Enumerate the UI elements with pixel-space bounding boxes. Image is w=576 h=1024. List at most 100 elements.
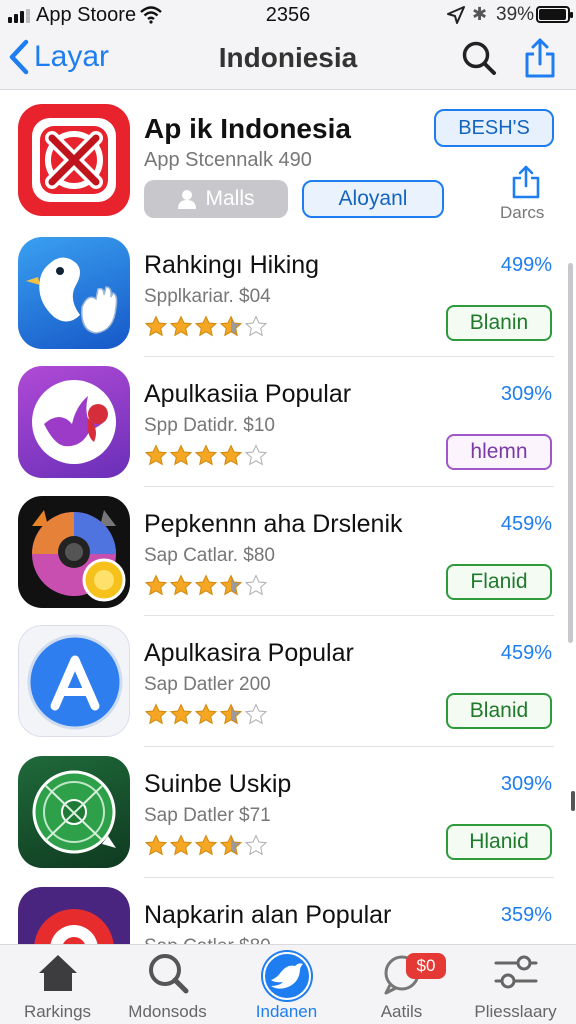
bird-icon (229, 948, 344, 1004)
tab-aatils[interactable]: $0 Aatils (344, 945, 459, 1024)
app-action-button[interactable]: Blanin (446, 305, 552, 341)
star-icon (169, 834, 193, 861)
app-subtitle: Sap Datler $71 (144, 805, 271, 826)
list-item[interactable]: Apulkasiia Popular Spp Datidr. $10 309% … (0, 356, 576, 486)
list-item[interactable]: Napkarin alan Popular Sap Catler $80 359… (0, 877, 576, 944)
app-subtitle: Sap Catler $80 (144, 936, 271, 944)
app-action-button[interactable]: Blanid (446, 693, 552, 729)
star-icon (144, 444, 168, 471)
star-rating (144, 703, 268, 730)
app-name: Rahkingı Hiking (144, 251, 320, 279)
red-circle-icon (18, 887, 130, 944)
app-percent: 459% (500, 513, 552, 535)
app-list[interactable]: Ap ik Indonesia App Stcennalk 490 BESH'S… (0, 91, 576, 944)
tab-pliesslaary[interactable]: Pliesslaary (458, 945, 573, 1024)
chevron-left-icon (9, 39, 29, 75)
app-action-button[interactable]: Flanid (446, 564, 552, 600)
tab-rarkings[interactable]: Rarkings (0, 945, 115, 1024)
row-divider (144, 356, 554, 357)
search-icon[interactable] (460, 39, 498, 82)
star-icon (244, 834, 268, 861)
app-subtitle: Sap Catlar. $80 (144, 545, 275, 566)
search-icon (110, 951, 225, 995)
red-cross-icon (18, 104, 130, 216)
star-icon (244, 444, 268, 471)
featured-app-name: Ap ik Indonesia (144, 113, 351, 144)
darcs-label: Darcs (500, 203, 545, 222)
featured-app-subtitle: App Stcennalk 490 (144, 149, 312, 171)
sliders-icon (458, 951, 573, 995)
tab-mdonsods[interactable]: Mdonsods (110, 945, 225, 1024)
app-name: Pepkennn aha Drslenik (144, 510, 403, 538)
tab-label: Indanen (255, 1002, 318, 1021)
app-action-button[interactable]: hlemn (446, 434, 552, 470)
aloyanl-button[interactable]: Aloyanl (302, 180, 444, 218)
app-percent: 309% (500, 383, 552, 405)
share-icon[interactable] (510, 164, 542, 205)
bluetooth-icon: ✱ (472, 4, 488, 24)
scrollbar[interactable] (568, 263, 573, 643)
star-icon (169, 703, 193, 730)
purple-bird-icon (18, 366, 130, 478)
star-icon (219, 834, 243, 861)
location-icon (447, 6, 465, 29)
back-button[interactable]: Layar (8, 38, 109, 76)
malls-label: Malls (205, 187, 255, 210)
app-percent: 499% (500, 254, 552, 276)
notification-badge: $0 (406, 953, 446, 979)
beshs-button[interactable]: BESH'S (434, 109, 554, 147)
camera-ball-icon (18, 496, 130, 608)
green-target-icon (18, 756, 130, 868)
list-item[interactable]: Rahkingı Hiking Spplkariar. $04 499% Bla… (0, 227, 576, 357)
app-subtitle: Sap Datler 200 (144, 674, 271, 695)
star-icon (219, 574, 243, 601)
star-icon (244, 703, 268, 730)
malls-button[interactable]: Malls (144, 180, 288, 218)
bird-hand-icon (18, 237, 130, 349)
star-icon (219, 444, 243, 471)
star-icon (194, 834, 218, 861)
list-item[interactable]: Apulkasira Popular Sap Datler 200 459% B… (0, 615, 576, 745)
clock: 2356 (265, 4, 311, 26)
app-percent: 359% (500, 904, 552, 926)
star-icon (144, 834, 168, 861)
star-rating (144, 834, 268, 861)
featured-app[interactable]: Ap ik Indonesia App Stcennalk 490 BESH'S… (0, 91, 576, 227)
list-item[interactable]: Pepkennn aha Drslenik Sap Catlar. $80 45… (0, 486, 576, 616)
scrollbar-thumb[interactable] (571, 791, 575, 811)
star-icon (244, 315, 268, 342)
app-name: Apulkasiia Popular (144, 380, 352, 408)
star-icon (194, 703, 218, 730)
star-rating (144, 574, 268, 601)
row-divider (144, 486, 554, 487)
share-icon[interactable] (522, 36, 558, 85)
star-icon (244, 574, 268, 601)
home-icon (0, 951, 115, 995)
list-item[interactable]: Suinbe Uskip Sap Datler $71 309% Hlanid (0, 746, 576, 876)
app-percent: 309% (500, 773, 552, 795)
star-icon (194, 574, 218, 601)
star-icon (219, 315, 243, 342)
star-icon (144, 574, 168, 601)
star-icon (144, 315, 168, 342)
star-icon (194, 444, 218, 471)
navigation-bar: Layar Indoniesia (0, 30, 576, 90)
battery-percent: 39% (496, 4, 535, 25)
app-name: Apulkasira Popular (144, 639, 354, 667)
person-icon (178, 190, 197, 209)
app-percent: 459% (500, 642, 552, 664)
row-divider (144, 746, 554, 747)
star-icon (169, 444, 193, 471)
star-rating (144, 444, 268, 471)
star-icon (194, 315, 218, 342)
row-divider (144, 615, 554, 616)
star-rating (144, 315, 268, 342)
tab-label: Pliesslaary (474, 1002, 557, 1021)
tab-indanen[interactable]: Indanen (229, 945, 344, 1024)
app-subtitle: Spp Datidr. $10 (144, 415, 275, 436)
app-action-button[interactable]: Hlanid (446, 824, 552, 860)
star-icon (169, 574, 193, 601)
tab-label: Rarkings (23, 1002, 92, 1021)
battery-icon (536, 6, 573, 23)
status-bar: App Stoore 2356 ✱ 39% (0, 0, 576, 30)
